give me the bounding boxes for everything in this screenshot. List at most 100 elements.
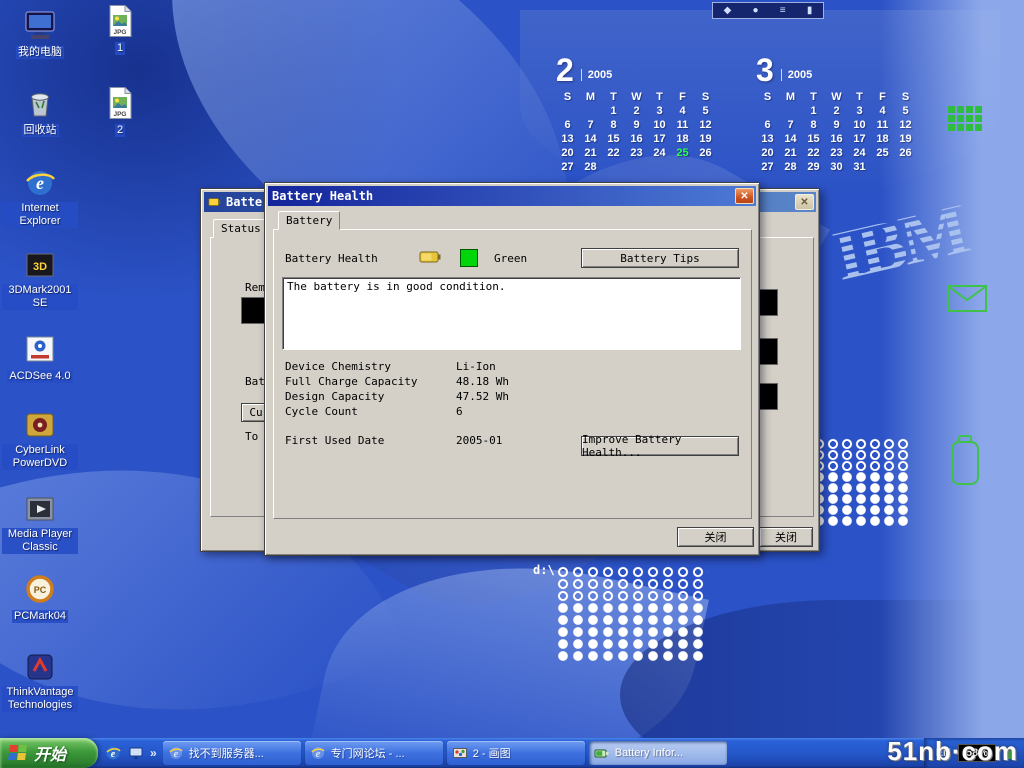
calendar-day: [671, 161, 694, 175]
calendar-day: 5: [894, 105, 917, 119]
improve-battery-health-button[interactable]: Improve Battery Health...: [581, 436, 739, 456]
battery-gauge: [758, 383, 778, 410]
desktop-icon-computer[interactable]: 我的电脑: [2, 8, 78, 60]
calendar-day: 26: [694, 147, 717, 161]
desktop-icon-pcmark[interactable]: PC PCMark04: [2, 572, 78, 624]
calendar-day: [894, 161, 917, 175]
tab-status[interactable]: Status: [213, 219, 269, 238]
calendar-day-header: S: [756, 91, 779, 105]
chevron-more-icon[interactable]: »: [150, 746, 157, 760]
calendar-march-2005: 3 2005 SMTWTFS12345678910111213141516171…: [756, 52, 920, 175]
desktop-icon-label: 回收站: [22, 124, 59, 137]
battery-tips-button[interactable]: Battery Tips: [581, 248, 739, 268]
calendar-day: 8: [802, 119, 825, 133]
dot-pattern: [812, 438, 910, 471]
svg-text:IBM: IBM: [826, 189, 975, 297]
close-icon[interactable]: ✕: [735, 188, 754, 204]
ie-icon: e: [23, 166, 57, 200]
desktop-icon-label: CyberLink PowerDVD: [2, 444, 78, 470]
calendar-day: 21: [779, 147, 802, 161]
grid-decoration-icon: [948, 106, 982, 131]
calendar-day-header: M: [579, 91, 602, 105]
svg-text:3D: 3D: [33, 261, 47, 273]
desktop-icon-label: 2: [115, 124, 125, 137]
desktop-icon-jpg-2[interactable]: JPG 2: [92, 86, 148, 138]
calendar-day: 28: [779, 161, 802, 175]
calendar-day: 2: [825, 105, 848, 119]
hotkey-toolbar[interactable]: ◆ ● ≡ ▮: [712, 2, 824, 19]
calendar-day: 6: [556, 119, 579, 133]
field-label: Cycle Count: [285, 405, 358, 418]
calendar-day: 24: [848, 147, 871, 161]
desktop-icon-jpg-1[interactable]: JPG1: [92, 4, 148, 56]
desktop-icon-ie[interactable]: eInternet Explorer: [2, 166, 78, 229]
ie-icon: e: [168, 745, 184, 761]
calendar-day-header: F: [871, 91, 894, 105]
start-button[interactable]: 开始: [0, 738, 98, 768]
title-bar[interactable]: Battery Health ✕: [268, 186, 756, 206]
calendar-day-header: M: [779, 91, 802, 105]
close-button[interactable]: 关闭: [677, 527, 754, 547]
calendar-day: 24: [648, 147, 671, 161]
svg-text:e: e: [111, 749, 116, 760]
taskbar-task-label: 2 - 画图: [473, 745, 511, 761]
desktop-icon-label: ACDSee 4.0: [7, 370, 72, 383]
field-label: Full Charge Capacity: [285, 375, 417, 388]
pcmark-icon: PC: [23, 572, 57, 606]
taskbar-task-2[interactable]: e专门网论坛 - ...: [305, 741, 443, 765]
calendar-grid: SMTWTFS123456789101112131415161718192021…: [756, 91, 920, 175]
desktop: ◆ ● ≡ ▮ 2 2005 SMTWTFS123456789101112131…: [0, 0, 1024, 768]
calendar-day-header: W: [825, 91, 848, 105]
condition-textbox[interactable]: The battery is in good condition.: [282, 277, 741, 350]
envelope-icon: [946, 284, 988, 313]
tab-battery[interactable]: Battery: [278, 211, 340, 230]
calendar-day: 7: [779, 119, 802, 133]
ie-icon: e: [310, 745, 326, 761]
calendar-day: 9: [825, 119, 848, 133]
calendar-day: 22: [602, 147, 625, 161]
desktop-icon-thinkvantage[interactable]: ThinkVantage Technologies: [2, 650, 78, 713]
svg-text:PC: PC: [34, 585, 47, 595]
dialog-body: Battery Battery Health Green Battery Tip…: [268, 206, 756, 552]
desktop-icon-mark3d[interactable]: 3D3DMark2001 SE: [2, 248, 78, 311]
calendar-day: 21: [579, 147, 602, 161]
calendar-day: 25: [871, 147, 894, 161]
calendar-day-header: T: [648, 91, 671, 105]
calendar-day: 6: [756, 119, 779, 133]
keyboard-icon[interactable]: ≡: [780, 6, 786, 16]
calendar-month-number: 3: [756, 57, 774, 84]
svg-text:JPG: JPG: [113, 111, 126, 118]
calendar-day: 22: [802, 147, 825, 161]
close-icon[interactable]: ✕: [795, 194, 814, 210]
battery-health-dialog: Battery Health ✕ Battery Battery Health …: [264, 182, 760, 556]
taskbar-task-4[interactable]: Battery Infor...: [589, 741, 727, 765]
calendar-month-number: 2: [556, 57, 574, 84]
mute-icon[interactable]: ●: [753, 6, 759, 16]
desktop-icon-label: PCMark04: [12, 610, 68, 623]
display-icon[interactable]: ▮: [807, 6, 813, 16]
calendar-day: 18: [671, 133, 694, 147]
taskbar-task-1[interactable]: e 找不到服务器...: [163, 741, 301, 765]
calendar-day: 14: [579, 133, 602, 147]
taskbar-task-label: 找不到服务器...: [189, 745, 264, 761]
field-value: Li-Ion: [456, 360, 496, 373]
calendar-day: 18: [871, 133, 894, 147]
battery-health-label: Battery Health: [285, 252, 378, 265]
close-button[interactable]: 关闭: [759, 527, 813, 547]
dialog-title: Battery Health: [272, 189, 731, 203]
desktop-icon-label: Internet Explorer: [2, 202, 78, 228]
calendar-day: [556, 105, 579, 119]
volume-icon[interactable]: ◆: [724, 6, 732, 16]
calendar-day: 20: [756, 147, 779, 161]
desktop-icon-label: Media Player Classic: [2, 528, 78, 554]
desktop-icon-powerdvd[interactable]: CyberLink PowerDVD: [2, 408, 78, 471]
desktop-icon-mpc[interactable]: Media Player Classic: [2, 492, 78, 555]
calendar-day: 4: [671, 105, 694, 119]
thinkvantage-icon: [23, 650, 57, 684]
ie-quicklaunch-icon[interactable]: e: [104, 744, 122, 762]
desktop-icon-recycle[interactable]: 回收站: [2, 86, 78, 138]
calendar-day: 1: [602, 105, 625, 119]
taskbar-task-3[interactable]: 2 - 画图: [447, 741, 585, 765]
desktop-icon-acdsee[interactable]: ACDSee 4.0: [2, 332, 78, 384]
show-desktop-icon[interactable]: [127, 744, 145, 762]
